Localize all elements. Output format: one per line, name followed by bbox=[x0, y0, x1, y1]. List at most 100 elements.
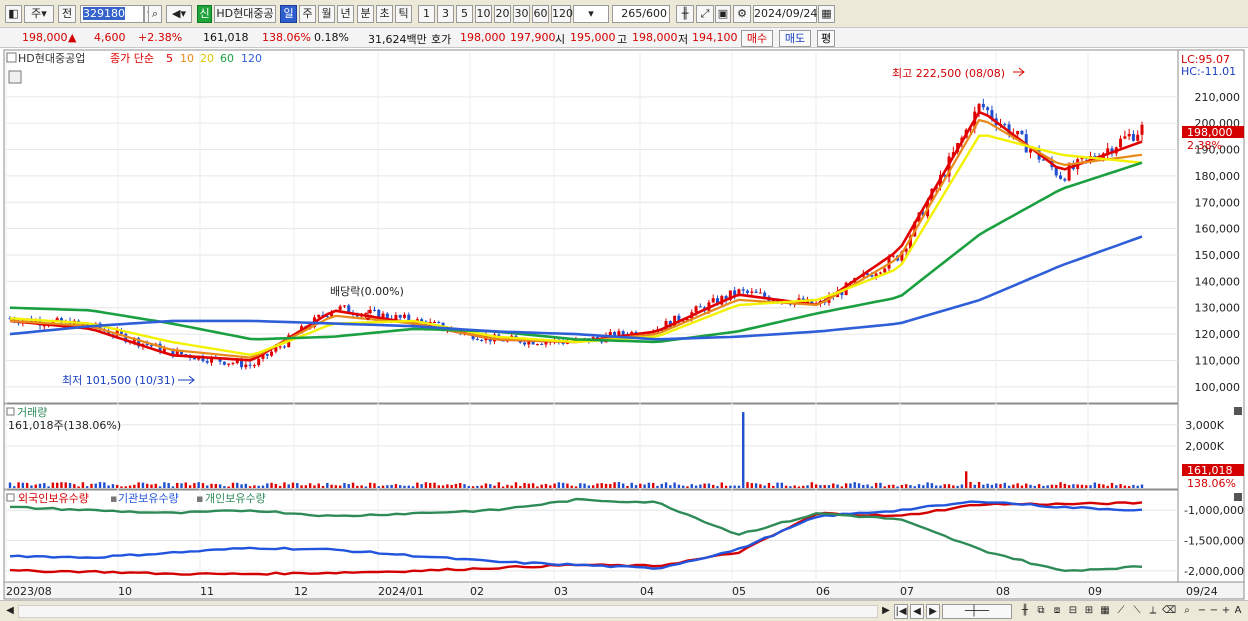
split-icon[interactable]: ⊟ bbox=[1066, 604, 1080, 619]
compare-icon[interactable]: ⧉ bbox=[1034, 604, 1048, 619]
volume-bar bbox=[952, 485, 955, 488]
interval-3[interactable]: 3 bbox=[437, 5, 454, 23]
eval-button[interactable]: 평 bbox=[817, 30, 835, 47]
grid-icon[interactable]: ▦ bbox=[1098, 604, 1112, 619]
interval-30[interactable]: 30 bbox=[513, 5, 530, 23]
volume-bar bbox=[176, 482, 179, 488]
candle-body bbox=[758, 292, 762, 294]
volume-bar bbox=[107, 485, 110, 488]
volume-bar bbox=[1012, 484, 1015, 488]
volume-bar bbox=[223, 486, 226, 488]
ruler-icon[interactable]: ⟂ bbox=[1146, 604, 1160, 619]
period-tick[interactable]: 틱 bbox=[395, 5, 412, 23]
buy-button[interactable]: 매수 bbox=[741, 30, 773, 47]
period-select[interactable]: 주▾ bbox=[24, 5, 54, 23]
candle-body bbox=[192, 357, 196, 360]
volume-bar bbox=[1037, 484, 1041, 488]
volume-close-icon[interactable] bbox=[1234, 407, 1242, 415]
volume-bar bbox=[514, 482, 518, 488]
volume-bar bbox=[330, 484, 333, 488]
volume-bar bbox=[677, 484, 681, 488]
date-input[interactable]: 2024/09/24 bbox=[753, 5, 817, 23]
volume-bar bbox=[240, 484, 243, 488]
magnifier-icon[interactable]: ⌕ bbox=[1180, 604, 1194, 619]
volume-bar bbox=[171, 486, 175, 488]
period-second[interactable]: 초 bbox=[376, 5, 393, 23]
interval-5[interactable]: 5 bbox=[456, 5, 473, 23]
price-change: 4,600 bbox=[94, 31, 126, 44]
volume-bar bbox=[943, 484, 946, 488]
minus-icon[interactable]: − bbox=[1208, 604, 1220, 619]
view-mode-button[interactable]: 전 bbox=[58, 5, 76, 23]
period-icon[interactable]: ╫ bbox=[1018, 604, 1032, 619]
volume-bar bbox=[420, 484, 423, 488]
scroll-left-icon[interactable]: ◀ bbox=[4, 604, 16, 619]
first-page-icon[interactable]: |◀ bbox=[894, 604, 908, 619]
holding-close-icon[interactable] bbox=[1234, 493, 1242, 501]
drawing-tool-icon[interactable]: ⤢ bbox=[696, 5, 714, 23]
layout-icon[interactable]: ◧ bbox=[5, 5, 22, 23]
calculator-icon[interactable] bbox=[8, 70, 22, 84]
sin-button[interactable]: 신 bbox=[197, 5, 212, 23]
search-icon[interactable]: ⌕ bbox=[148, 5, 162, 23]
calendar-icon[interactable]: ▦ bbox=[818, 5, 835, 23]
period-week[interactable]: 주 bbox=[299, 5, 316, 23]
volume-bar bbox=[703, 483, 706, 488]
fibo-icon[interactable]: ⟍ bbox=[1130, 604, 1144, 619]
stock-code-input[interactable]: 329180 bbox=[80, 5, 144, 23]
volume-bar bbox=[343, 483, 346, 488]
zoom-slider[interactable]: ─┼── bbox=[942, 604, 1012, 619]
overlay-icon[interactable]: ⧈ bbox=[1050, 604, 1064, 619]
volume-bar bbox=[154, 483, 157, 488]
interval-1[interactable]: 1 bbox=[418, 5, 435, 23]
count-display[interactable]: 265/600 bbox=[612, 5, 670, 23]
trend-icon[interactable]: ⟋ bbox=[1114, 604, 1128, 619]
volume-bar bbox=[287, 484, 290, 488]
candle-body bbox=[372, 309, 376, 311]
volume-bar bbox=[214, 483, 218, 488]
candle-body bbox=[1020, 130, 1024, 135]
volume-bar bbox=[368, 482, 372, 488]
volume-bar bbox=[364, 486, 368, 488]
volume-bar bbox=[527, 483, 531, 488]
prev-icon[interactable]: ◀ bbox=[910, 604, 924, 619]
period-minute[interactable]: 분 bbox=[357, 5, 374, 23]
save-icon[interactable]: ▣ bbox=[715, 5, 731, 23]
zoom-in-icon[interactable]: + bbox=[1220, 604, 1232, 619]
volume-bar bbox=[1050, 484, 1054, 488]
candle-body bbox=[1063, 178, 1067, 181]
sound-icon[interactable]: ◀▾ bbox=[166, 5, 192, 23]
custom-interval-select[interactable]: ▾ bbox=[573, 5, 609, 23]
candle-type-icon[interactable]: ╫ bbox=[676, 5, 694, 23]
interval-20[interactable]: 20 bbox=[494, 5, 511, 23]
candle-body bbox=[878, 272, 882, 274]
interval-10[interactable]: 10 bbox=[475, 5, 492, 23]
font-size-icon[interactable]: A bbox=[1232, 604, 1244, 619]
volume-bar bbox=[729, 485, 732, 488]
volume-bar bbox=[1097, 483, 1101, 488]
chart-canvas[interactable]: 100,000 110,000 120,000 130,000 140,000 150,0… bbox=[0, 48, 1248, 600]
volume-bar bbox=[922, 485, 925, 488]
candle-body bbox=[227, 363, 231, 365]
scroll-track[interactable] bbox=[18, 605, 878, 618]
volume-bar bbox=[707, 483, 711, 488]
eraser-icon[interactable]: ⌫ bbox=[1162, 604, 1176, 619]
scroll-right-icon[interactable]: ▶ bbox=[880, 604, 892, 619]
interval-120[interactable]: 120 bbox=[551, 5, 573, 23]
period-day[interactable]: 일 bbox=[280, 5, 297, 23]
interval-60[interactable]: 60 bbox=[532, 5, 549, 23]
gear-icon[interactable]: ⚙ bbox=[733, 5, 751, 23]
legend-stock-name: HD현대중공업 bbox=[18, 52, 85, 65]
sell-button[interactable]: 매도 bbox=[779, 30, 811, 47]
volume-bar bbox=[68, 482, 72, 488]
volume-tag-text: 161,018 bbox=[1187, 464, 1233, 477]
candle-body bbox=[317, 314, 321, 318]
next-icon[interactable]: ▶ bbox=[926, 604, 940, 619]
volume-bar bbox=[433, 482, 436, 488]
zoom-out-icon[interactable]: − bbox=[1196, 604, 1208, 619]
period-year[interactable]: 년 bbox=[337, 5, 354, 23]
candle-body bbox=[1136, 134, 1140, 141]
period-month[interactable]: 월 bbox=[318, 5, 335, 23]
volume-bar bbox=[484, 483, 488, 488]
layout2-icon[interactable]: ⊞ bbox=[1082, 604, 1096, 619]
